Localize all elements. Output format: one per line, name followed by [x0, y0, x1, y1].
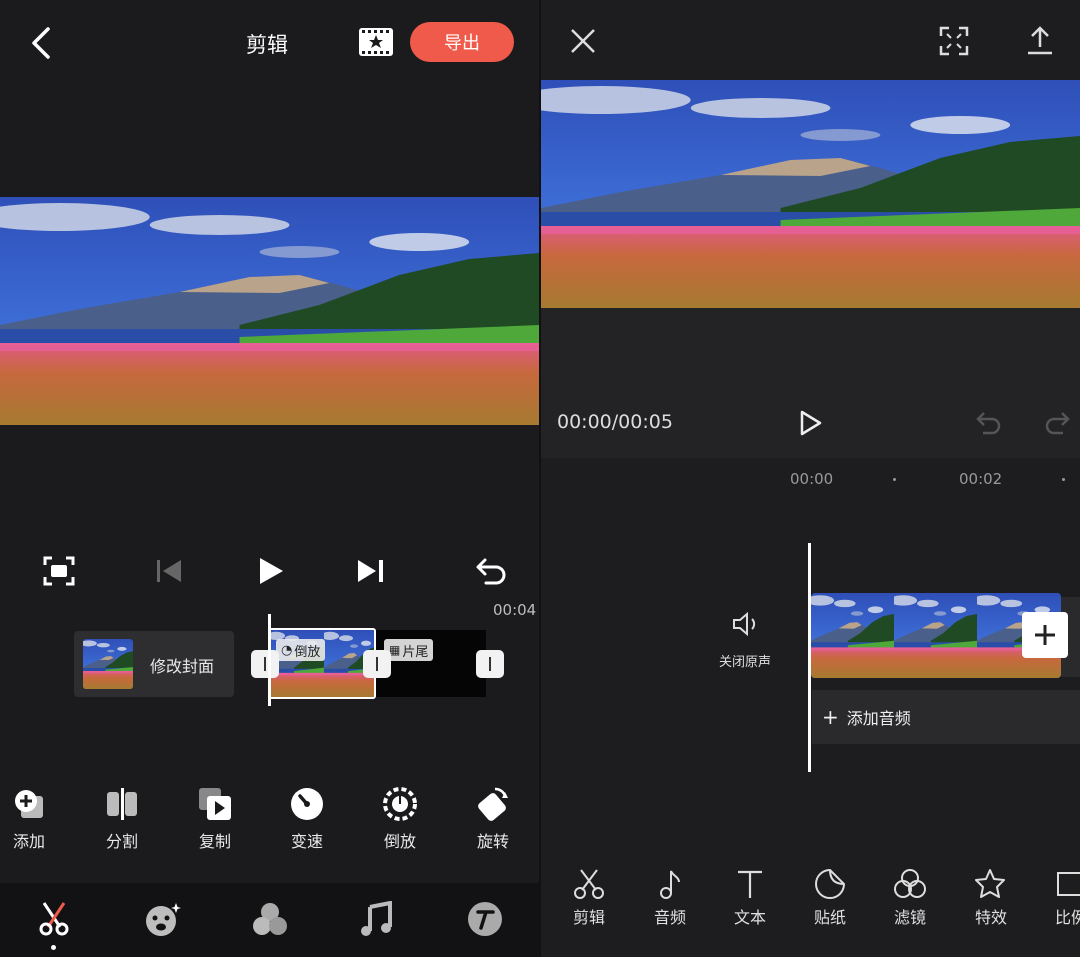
- tool-reverse[interactable]: 倒放: [365, 786, 435, 852]
- redo-icon[interactable]: [1043, 410, 1071, 436]
- reverse-icon: [365, 786, 435, 822]
- reverse-badge-label: 倒放: [294, 644, 321, 660]
- tool-copy-label: 复制: [198, 832, 231, 851]
- ratio-icon: [1036, 868, 1080, 900]
- play-icon[interactable]: [257, 556, 285, 586]
- skip-previous-icon[interactable]: [155, 558, 183, 584]
- tool-reverse-label: 倒放: [383, 832, 416, 851]
- tool-audio-label: 音频: [653, 908, 686, 927]
- editor-panel: 剪辑 导出 00:04 修改封面 ◔ 倒放 ▦ 片尾 添加 分割 复制 变速 倒…: [0, 0, 539, 957]
- plus-icon: +: [822, 705, 839, 729]
- playhead[interactable]: [808, 543, 811, 772]
- plus-icon: [1035, 625, 1055, 645]
- tool-text-label: 文本: [733, 908, 766, 927]
- speed-icon: [272, 786, 342, 822]
- trim-handle-left[interactable]: [251, 650, 279, 678]
- tool-audio[interactable]: 音频: [635, 868, 705, 928]
- sticker-icon: [795, 868, 865, 900]
- playhead[interactable]: [268, 614, 271, 706]
- bottom-tab-bar: [0, 883, 539, 957]
- clip-frame: [894, 593, 977, 678]
- tool-rotate-label: 旋转: [476, 832, 509, 851]
- reverse-small-icon: ◔: [281, 642, 293, 658]
- ruler-label-0: 00:00: [790, 470, 834, 488]
- active-tab-dot: [51, 945, 56, 950]
- add-audio-button[interactable]: + 添加音频: [812, 690, 1080, 744]
- music-note-icon: [635, 868, 705, 900]
- trim-handle-mid[interactable]: [363, 650, 391, 678]
- add-clip-icon: [0, 786, 64, 822]
- undo-icon[interactable]: [474, 556, 508, 586]
- add-audio-label: 添加音频: [846, 709, 911, 728]
- tool-sticker-label: 贴纸: [813, 908, 846, 927]
- tool-filter[interactable]: 滤镜: [875, 868, 945, 928]
- tool-split-label: 分割: [105, 832, 138, 851]
- tool-ratio-label: 比例: [1054, 908, 1080, 927]
- editor-panel-alt: 00:00/00:05 00:00 00:02 关闭原声 + 添加音频 剪辑 音…: [541, 0, 1080, 957]
- tool-split[interactable]: 分割: [87, 786, 157, 852]
- ruler-dot: [893, 478, 896, 481]
- tool-effects-label: 特效: [974, 908, 1007, 927]
- tool-edit-label: 剪辑: [572, 908, 605, 927]
- back-arrow-icon[interactable]: [28, 26, 54, 60]
- trim-handle-right[interactable]: [476, 650, 504, 678]
- tool-ratio[interactable]: 比例: [1036, 868, 1080, 928]
- crop-frame-icon[interactable]: [43, 556, 75, 586]
- export-button[interactable]: 导出: [410, 22, 514, 62]
- clip-frame: [811, 593, 894, 678]
- tool-text[interactable]: 文本: [715, 868, 785, 928]
- speaker-icon[interactable]: [731, 610, 759, 638]
- total-duration: 00:04: [493, 601, 537, 619]
- cover-edit-label: 修改封面: [150, 657, 215, 676]
- play-icon[interactable]: [799, 409, 823, 437]
- ruler-label-1: 00:02: [959, 470, 1003, 488]
- skip-next-icon[interactable]: [356, 558, 386, 584]
- music-note-icon[interactable]: [360, 901, 394, 937]
- tool-add[interactable]: 添加: [0, 786, 64, 852]
- ending-badge: ▦ 片尾: [384, 639, 434, 661]
- text-icon: [715, 868, 785, 900]
- sticker-face-icon[interactable]: [144, 901, 182, 937]
- cover-edit-card[interactable]: 修改封面: [74, 631, 234, 697]
- copy-icon: [180, 786, 250, 822]
- tool-speed[interactable]: 变速: [272, 786, 342, 852]
- fullscreen-icon[interactable]: [939, 26, 969, 56]
- cover-thumbnail: [83, 639, 133, 689]
- filter-circles-icon[interactable]: [251, 901, 289, 937]
- tool-filter-label: 滤镜: [893, 908, 926, 927]
- video-preview: [541, 80, 1080, 308]
- tool-copy[interactable]: 复制: [180, 786, 250, 852]
- close-icon[interactable]: [569, 27, 597, 55]
- playback-time: 00:00/00:05: [557, 411, 673, 433]
- scissors-tab-icon[interactable]: [38, 901, 70, 937]
- text-t-icon[interactable]: [467, 901, 503, 937]
- scissors-icon: [554, 868, 624, 900]
- ending-badge-label: 片尾: [402, 644, 429, 660]
- template-film-icon[interactable]: [358, 27, 394, 57]
- filter-icon: [875, 868, 945, 900]
- effects-star-icon: [956, 868, 1026, 900]
- ruler-dot: [1062, 478, 1065, 481]
- tool-rotate[interactable]: 旋转: [458, 786, 528, 852]
- tool-edit[interactable]: 剪辑: [554, 868, 624, 928]
- mute-original-label[interactable]: 关闭原声: [719, 651, 771, 670]
- tool-add-label: 添加: [12, 832, 45, 851]
- tool-effects[interactable]: 特效: [956, 868, 1026, 928]
- reverse-badge: ◔ 倒放: [276, 639, 326, 661]
- split-icon: [87, 786, 157, 822]
- share-upload-icon[interactable]: [1026, 25, 1054, 55]
- video-preview: [0, 197, 539, 425]
- undo-icon[interactable]: [975, 410, 1003, 436]
- add-clip-button[interactable]: [1022, 612, 1068, 658]
- tool-sticker[interactable]: 贴纸: [795, 868, 865, 928]
- tool-speed-label: 变速: [290, 832, 323, 851]
- rotate-icon: [458, 786, 528, 822]
- page-title: 剪辑: [246, 33, 288, 57]
